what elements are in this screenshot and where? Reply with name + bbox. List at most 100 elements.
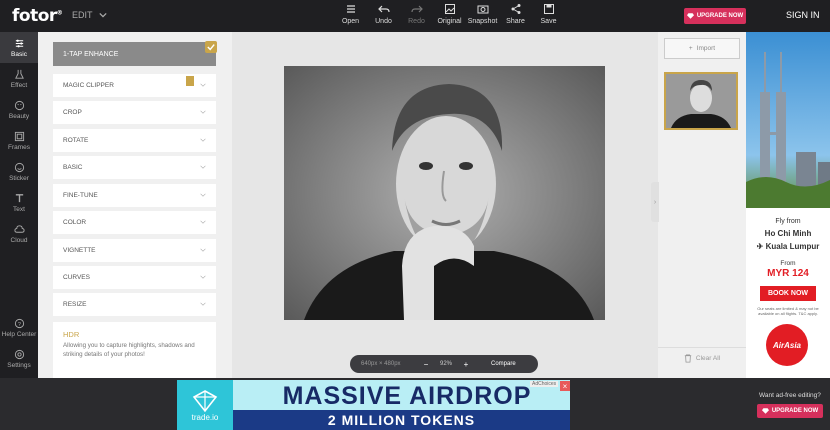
help-icon: ? — [14, 318, 24, 328]
ad-from-label: From — [780, 260, 796, 267]
ad-price: MYR 124 — [767, 268, 809, 279]
upgrade-bottom-label: UPGRADE NOW — [771, 408, 819, 414]
trash-icon — [684, 354, 692, 363]
hdr-card[interactable]: HDR Allowing you to capture highlights, … — [53, 322, 216, 378]
chevron-down-icon — [200, 83, 206, 87]
zoom-in-button[interactable]: + — [459, 360, 473, 369]
nav-cloud[interactable]: Cloud — [0, 218, 38, 249]
redo-button[interactable]: Redo — [400, 3, 433, 25]
menu-label: CURVES — [63, 274, 90, 281]
menu-label: CROP — [63, 109, 82, 116]
camera-icon — [477, 5, 488, 14]
trade-io-ad[interactable]: trade.io MASSIVE AIRDROP 2 MILLION TOKEN… — [177, 380, 570, 430]
image-icon — [444, 4, 455, 14]
nav-sticker-label: Sticker — [9, 174, 29, 182]
import-label: Import — [696, 45, 716, 52]
nav-sticker[interactable]: Sticker — [0, 156, 38, 187]
left-nav: Basic Effect Beauty Frames Sticker Text … — [0, 32, 38, 378]
chevron-down-icon — [200, 302, 206, 306]
photo-thumbnail[interactable] — [664, 72, 738, 130]
check-icon — [205, 41, 217, 53]
top-bar: fotor® EDIT Open Undo Redo Original Snap… — [0, 0, 830, 32]
menu-label: ROTATE — [63, 137, 89, 144]
menu-magic-clipper[interactable]: MAGIC CLIPPER — [53, 74, 216, 97]
edit-menu[interactable]: EDIT — [72, 10, 107, 20]
menu-resize[interactable]: RESIZE — [53, 293, 216, 316]
svg-text:?: ? — [17, 321, 20, 327]
import-button[interactable]: + Import — [664, 38, 740, 59]
plane-icon: ✈ — [756, 242, 764, 251]
nav-frames[interactable]: Frames — [0, 125, 38, 156]
menu-crop[interactable]: CROP — [53, 101, 216, 124]
share-button[interactable]: Share — [499, 3, 532, 25]
menu-basic[interactable]: BASIC — [53, 156, 216, 179]
one-tap-enhance-button[interactable]: 1-TAP ENHANCE — [53, 41, 217, 66]
nav-text[interactable]: Text — [0, 187, 38, 218]
portrait-image — [284, 66, 605, 320]
upgrade-button[interactable]: UPGRADE NOW — [684, 8, 746, 24]
nav-settings[interactable]: Settings — [0, 343, 38, 374]
save-button[interactable]: Save — [532, 3, 565, 25]
canvas-area: 640px × 480px − 92% + Compare — [232, 32, 658, 378]
clear-all-button[interactable]: Clear All — [658, 354, 746, 363]
divider — [658, 347, 746, 348]
menu-rotate[interactable]: ROTATE — [53, 129, 216, 152]
save-icon — [543, 4, 554, 14]
chevron-down-icon — [200, 248, 206, 252]
collapse-panel-handle[interactable]: › — [651, 182, 659, 222]
flask-icon — [14, 69, 24, 79]
original-button[interactable]: Original — [433, 3, 466, 25]
ad-choices-label[interactable]: AdChoices — [530, 381, 559, 387]
upgrade-bottom-button[interactable]: UPGRADE NOW — [757, 404, 823, 418]
share-label: Share — [506, 18, 525, 25]
original-label: Original — [437, 18, 462, 25]
trade-io-name: trade.io — [191, 412, 219, 422]
settings-label: Settings — [7, 361, 31, 369]
edited-photo[interactable] — [284, 66, 605, 320]
airasia-logo: AirAsia — [766, 324, 808, 366]
bookmark-icon — [186, 76, 194, 86]
diamond-icon — [686, 13, 694, 19]
ad-fine-print: Our seats are limited & may not be avail… — [757, 306, 819, 317]
fotor-logo[interactable]: fotor® — [12, 6, 63, 26]
open-button[interactable]: Open — [334, 3, 367, 25]
menu-label: MAGIC CLIPPER — [63, 82, 114, 89]
basic-panel: 1-TAP ENHANCE MAGIC CLIPPER CROP ROTATE … — [38, 32, 232, 378]
menu-fine-tune[interactable]: FINE-TUNE — [53, 184, 216, 207]
chevron-down-icon — [200, 193, 206, 197]
snapshot-button[interactable]: Snapshot — [466, 3, 499, 25]
book-now-button[interactable]: BOOK NOW — [760, 286, 816, 301]
trade-io-icon — [192, 389, 218, 412]
face-icon — [14, 100, 24, 110]
nav-beauty[interactable]: Beauty — [0, 94, 38, 125]
menu-color[interactable]: COLOR — [53, 211, 216, 234]
signin-button[interactable]: SIGN IN — [786, 10, 820, 20]
menu-label: BASIC — [63, 164, 83, 171]
nav-effect-label: Effect — [10, 81, 28, 89]
close-ad-button[interactable]: × — [560, 381, 570, 391]
compare-button[interactable]: Compare — [491, 361, 516, 367]
trade-io-logo: trade.io — [177, 380, 233, 430]
nav-basic[interactable]: Basic — [0, 32, 38, 63]
ad-subheadline: 2 MILLION TOKENS — [233, 410, 570, 430]
help-label: Help Center — [1, 330, 37, 338]
nav-effect[interactable]: Effect — [0, 63, 38, 94]
chevron-down-icon — [200, 275, 206, 279]
diamond-icon — [761, 408, 769, 414]
enhance-label: 1-TAP ENHANCE — [63, 50, 119, 58]
nav-text-label: Text — [13, 205, 25, 213]
undo-label: Undo — [375, 18, 392, 25]
menu-icon — [346, 5, 355, 13]
redo-label: Redo — [408, 18, 425, 25]
undo-button[interactable]: Undo — [367, 3, 400, 25]
menu-label: RESIZE — [63, 301, 87, 308]
cloud-icon — [13, 224, 25, 233]
share-icon — [511, 4, 520, 14]
ad-fly-from: Fly from — [775, 218, 801, 225]
hdr-description: Allowing you to capture highlights, shad… — [63, 342, 195, 358]
menu-curves[interactable]: CURVES — [53, 266, 216, 289]
nav-help-center[interactable]: ? Help Center — [0, 312, 38, 343]
menu-vignette[interactable]: VIGNETTE — [53, 239, 216, 262]
zoom-out-button[interactable]: − — [419, 360, 433, 369]
airasia-ad[interactable]: Fly from Ho Chi Minh ✈ Kuala Lumpur From… — [746, 32, 830, 378]
